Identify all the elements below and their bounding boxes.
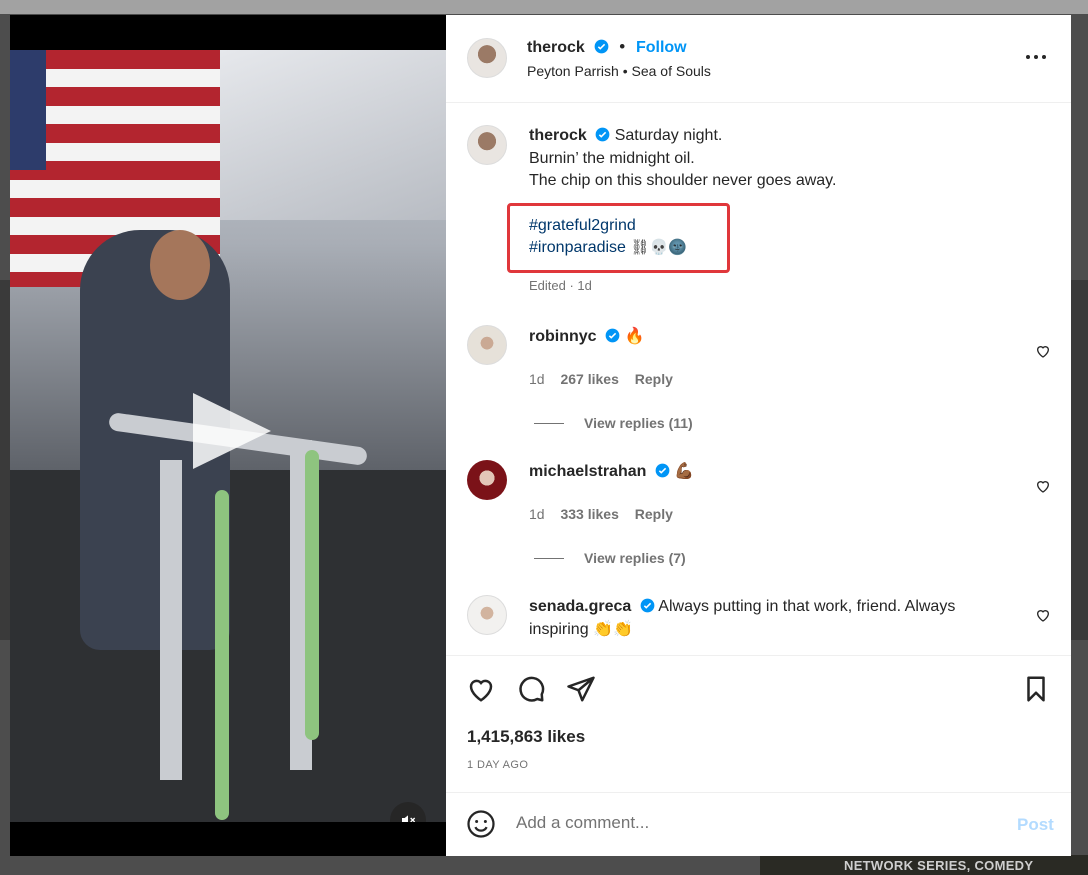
machine-post xyxy=(160,460,182,780)
heart-icon[interactable] xyxy=(1035,478,1051,494)
comment-likes[interactable]: 267 likes xyxy=(560,371,618,387)
comment-text: michaelstrahan 💪🏾 xyxy=(529,460,999,483)
post-button[interactable]: Post xyxy=(1017,815,1054,835)
background-tent xyxy=(220,50,446,220)
more-icon[interactable] xyxy=(1024,45,1048,69)
comment-icon[interactable] xyxy=(516,674,546,704)
view-replies-button[interactable]: View replies (11) xyxy=(534,415,693,431)
bookmark-icon[interactable] xyxy=(1021,674,1051,704)
background-banner: NETWORK SERIES, COMEDY xyxy=(760,855,1088,875)
verified-icon xyxy=(595,127,610,142)
post-caption: therock Saturday night. Burnin’ the midn… xyxy=(529,125,836,193)
comment-author[interactable]: michaelstrahan xyxy=(529,463,646,480)
separator-dot: • xyxy=(619,37,626,56)
comment-author[interactable]: senada.greca xyxy=(529,598,631,615)
resistance-band xyxy=(215,490,229,820)
avatar[interactable] xyxy=(467,595,507,635)
background-tile xyxy=(0,280,10,640)
comment-form: Post xyxy=(446,792,1071,856)
reply-button[interactable]: Reply xyxy=(635,506,673,522)
comment-age: 1d xyxy=(529,371,545,387)
highlight-box xyxy=(507,203,730,273)
edited-label: Edited · 1d xyxy=(529,278,592,293)
comment-text: robinnyc 🔥 xyxy=(529,325,999,348)
header-user-row: therock • Follow xyxy=(527,37,687,57)
share-icon[interactable] xyxy=(566,674,596,704)
avatar[interactable] xyxy=(467,460,507,500)
comment-likes[interactable]: 333 likes xyxy=(560,506,618,522)
post-header: therock • Follow Peyton Parrish • Sea of… xyxy=(446,15,1071,103)
post-details-panel: therock • Follow Peyton Parrish • Sea of… xyxy=(446,15,1071,856)
audio-label[interactable]: Peyton Parrish • Sea of Souls xyxy=(527,63,711,79)
emoji-icon[interactable] xyxy=(466,809,498,841)
view-replies-button[interactable]: View replies (7) xyxy=(534,550,686,566)
comment-age: 1d xyxy=(529,506,545,522)
caption-line: Burnin’ the midnight oil. xyxy=(529,149,695,167)
post-date: 1 DAY AGO xyxy=(467,759,529,771)
play-icon[interactable] xyxy=(193,393,271,469)
post-actions: 1,415,863 likes 1 DAY AGO xyxy=(446,655,1071,792)
resistance-band xyxy=(305,450,319,740)
heart-icon[interactable] xyxy=(466,674,496,704)
video-panel[interactable] xyxy=(10,15,446,856)
comment-input[interactable] xyxy=(516,813,996,833)
person-head xyxy=(150,230,210,300)
comment-body: 🔥 xyxy=(624,328,645,345)
post-modal: therock • Follow Peyton Parrish • Sea of… xyxy=(10,15,1071,856)
avatar[interactable] xyxy=(467,125,507,165)
comment-author[interactable]: robinnyc xyxy=(529,328,597,345)
comment-meta: 1d 333 likes Reply xyxy=(529,506,685,522)
comment-text: senada.greca Always putting in that work… xyxy=(529,595,999,641)
comment-meta: 1d 267 likes Reply xyxy=(529,371,685,387)
verified-icon xyxy=(594,39,608,54)
video-frame[interactable] xyxy=(10,50,446,822)
post-author[interactable]: therock xyxy=(527,39,585,56)
heart-icon[interactable] xyxy=(1035,343,1051,359)
verified-icon xyxy=(655,463,670,478)
comment-body: 💪🏾 xyxy=(674,463,695,480)
avatar[interactable] xyxy=(467,38,507,78)
background-header xyxy=(0,0,1088,14)
reply-button[interactable]: Reply xyxy=(635,371,673,387)
likes-count[interactable]: 1,415,863 likes xyxy=(467,727,585,747)
heart-icon[interactable] xyxy=(1035,607,1051,623)
caption-line: Saturday night. xyxy=(614,127,723,144)
caption-author[interactable]: therock xyxy=(529,127,587,144)
verified-icon xyxy=(605,328,620,343)
avatar[interactable] xyxy=(467,325,507,365)
follow-button[interactable]: Follow xyxy=(636,39,687,56)
verified-icon xyxy=(640,598,655,613)
caption-line: The chip on this shoulder never goes awa… xyxy=(529,172,837,189)
background-tile xyxy=(1071,280,1088,640)
